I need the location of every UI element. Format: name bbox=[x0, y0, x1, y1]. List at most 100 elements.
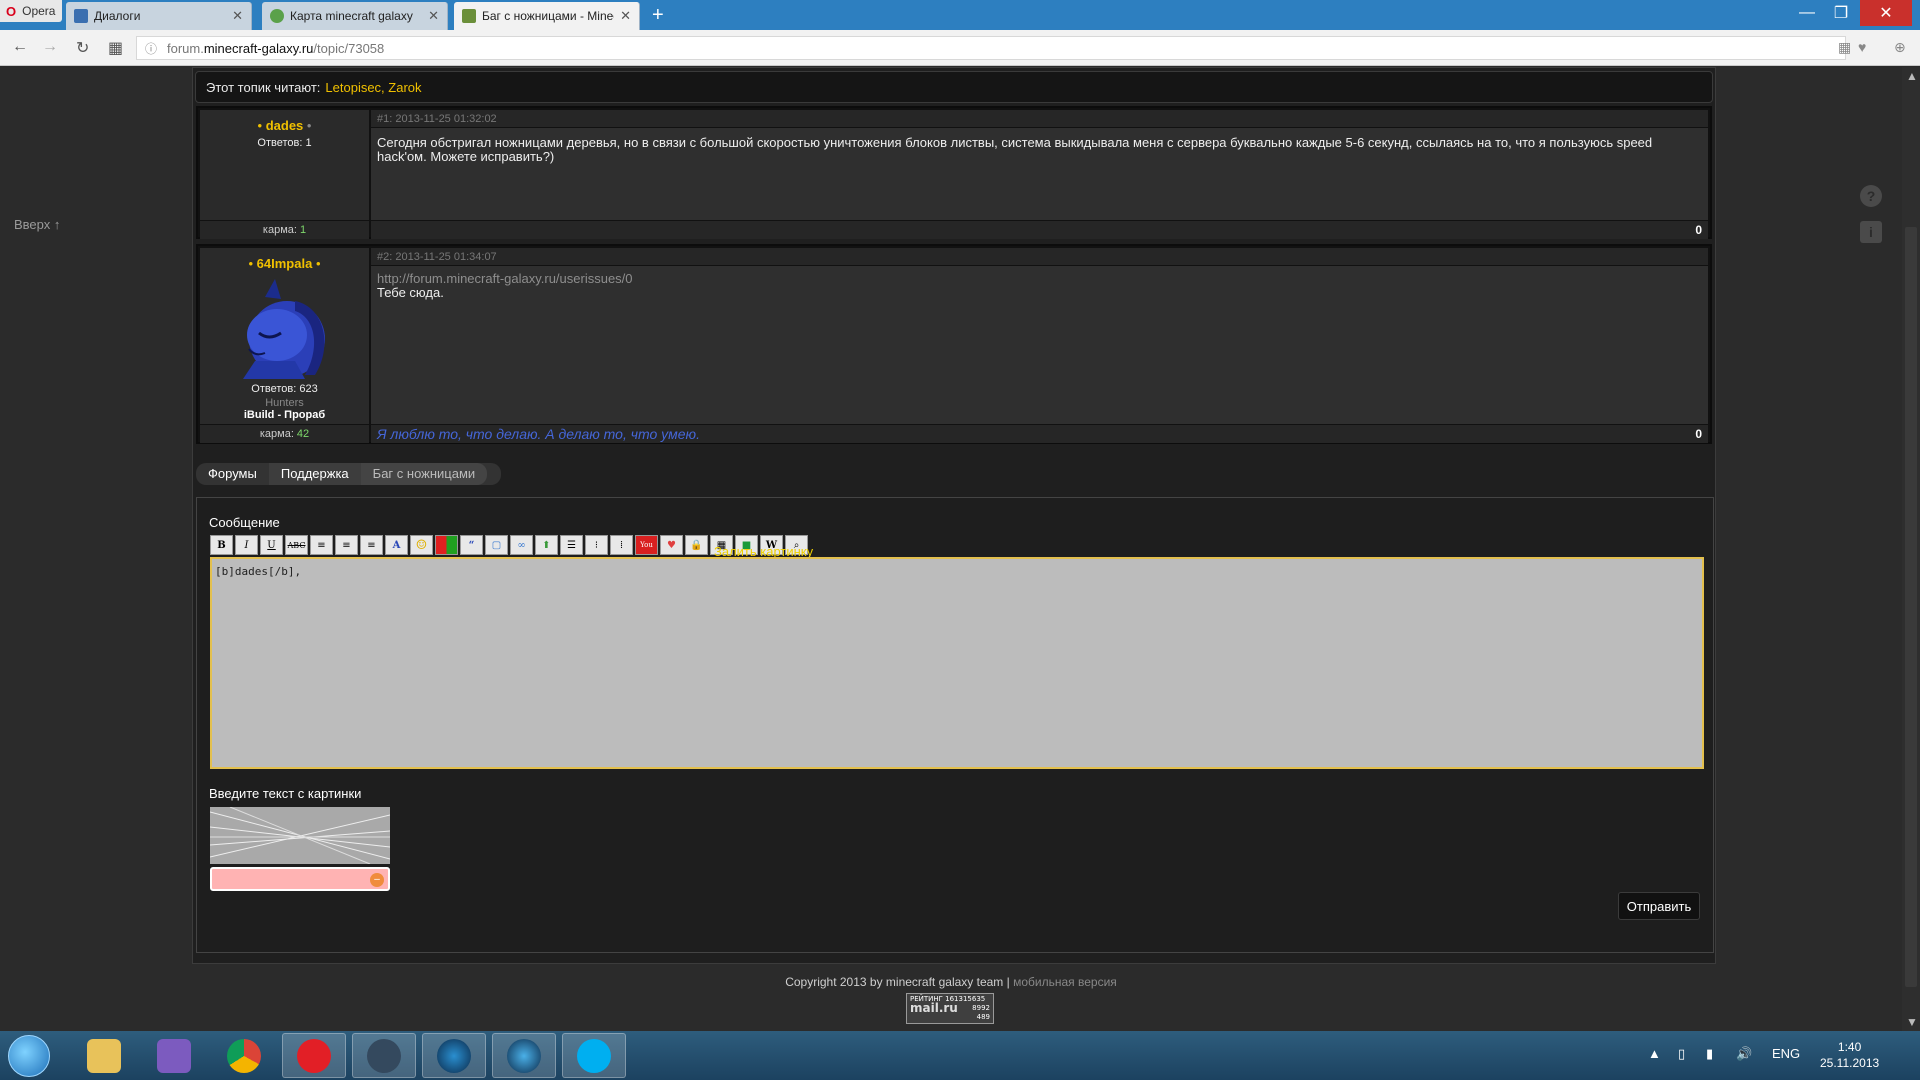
post-author-panel: • 64Impala • Ответов: 623 Hunters iBuild… bbox=[200, 248, 369, 424]
back-arrow-icon[interactable]: ← bbox=[12, 38, 28, 56]
color-palette-icon[interactable] bbox=[435, 535, 458, 555]
scroll-up-arrow-icon[interactable]: ▲ bbox=[1906, 69, 1918, 83]
windows-taskbar: ▲ ▯ ▮ 🔊 ENG 1:40 25.11.2013 bbox=[0, 1031, 1920, 1080]
tab-map[interactable]: Карта minecraft galaxy ✕ bbox=[262, 2, 448, 30]
bullet-list-icon[interactable]: ⁝ bbox=[585, 535, 608, 555]
readers-list[interactable]: Letopisec, Zarok bbox=[325, 80, 421, 95]
copyright-text: Copyright 2013 by minecraft galaxy team bbox=[785, 975, 1004, 989]
strikethrough-icon[interactable]: ABC bbox=[285, 535, 308, 555]
vertical-scrollbar[interactable]: ▲ ▼ bbox=[1902, 67, 1920, 1031]
taskbar-opera[interactable] bbox=[282, 1033, 346, 1078]
url-input[interactable]: ⓘ forum. minecraft-galaxy.ru/topic/73058 bbox=[136, 36, 1846, 60]
breadcrumb-support[interactable]: Поддержка bbox=[268, 463, 361, 485]
quote-icon[interactable]: “ bbox=[460, 535, 483, 555]
windows-start-icon[interactable] bbox=[8, 1035, 50, 1077]
tab-scissors-bug[interactable]: Баг с ножницами - Minec ✕ bbox=[454, 2, 640, 30]
post-meta[interactable]: #2: 2013-11-25 01:34:07 bbox=[371, 248, 1708, 266]
steam-icon bbox=[367, 1038, 401, 1073]
avatar[interactable] bbox=[235, 277, 335, 379]
scrollbar-thumb[interactable] bbox=[1905, 227, 1917, 987]
smiley-icon[interactable]: ☺ bbox=[410, 535, 433, 555]
site-info-icon: ⓘ bbox=[145, 41, 158, 56]
close-icon[interactable]: ✕ bbox=[620, 8, 631, 24]
scroll-down-arrow-icon[interactable]: ▼ bbox=[1906, 1015, 1918, 1029]
phone-icon[interactable]: ▯ bbox=[1678, 1046, 1685, 1062]
post-footer: 0 bbox=[371, 221, 1708, 239]
new-tab-plus-icon[interactable]: + bbox=[652, 4, 664, 27]
taskbar-steam[interactable] bbox=[352, 1033, 416, 1078]
forum-content: Этот топик читают: Letopisec, Zarok • da… bbox=[192, 67, 1716, 964]
breadcrumb-topic[interactable]: Баг с ножницами bbox=[360, 463, 488, 485]
tab-dialogs[interactable]: Диалоги ✕ bbox=[66, 2, 252, 30]
taskbar-explorer[interactable] bbox=[72, 1033, 136, 1078]
taskbar-minecraft-launcher[interactable] bbox=[422, 1033, 486, 1078]
mobile-version-link[interactable]: мобильная версия bbox=[1013, 975, 1117, 989]
karma-value: 42 bbox=[296, 428, 310, 440]
post-link[interactable]: http://forum.minecraft-galaxy.ru/useriss… bbox=[377, 272, 1702, 286]
network-signal-icon[interactable]: ▮ bbox=[1706, 1046, 1713, 1062]
post-author-name[interactable]: • dades • bbox=[200, 118, 369, 133]
author-karma: карма: 42 bbox=[200, 425, 369, 443]
underline-icon[interactable]: U bbox=[260, 535, 283, 555]
post-content: #1: 2013-11-25 01:32:02 Сегодня обстрига… bbox=[371, 110, 1708, 220]
post-score: 0 bbox=[1695, 223, 1702, 237]
speed-dial-grid-icon[interactable]: ▦ bbox=[108, 38, 123, 58]
reload-icon[interactable]: ↻ bbox=[76, 38, 89, 58]
taskbar-minecraft-galaxy[interactable] bbox=[492, 1033, 556, 1078]
youtube-icon[interactable]: You bbox=[635, 535, 658, 555]
post-meta[interactable]: #1: 2013-11-25 01:32:02 bbox=[371, 110, 1708, 128]
italic-icon[interactable]: I bbox=[235, 535, 258, 555]
font-color-icon[interactable]: A bbox=[385, 535, 408, 555]
breadcrumb: Форумы Поддержка Баг с ножницами bbox=[196, 463, 501, 485]
page-viewport: Вверх ↑ ? i ▲ ▼ Этот топик читают: Letop… bbox=[0, 67, 1920, 1031]
counter-brand: mail.ru bbox=[910, 1001, 958, 1015]
link-icon[interactable]: ∞ bbox=[510, 535, 533, 555]
clock-time: 1:40 bbox=[1837, 1040, 1862, 1054]
post-author-name[interactable]: • 64Impala • bbox=[200, 256, 369, 271]
upload-image-icon[interactable]: ⬆ bbox=[535, 535, 558, 555]
close-window-icon[interactable]: ✕ bbox=[1860, 0, 1912, 26]
download-icon[interactable]: ⊕ bbox=[1894, 39, 1906, 56]
forum-post-1: • dades • Ответов: 1 #1: 2013-11-25 01:3… bbox=[196, 106, 1712, 239]
visual-studio-icon bbox=[157, 1038, 191, 1073]
info-icon[interactable]: i bbox=[1860, 221, 1882, 243]
breadcrumb-forums[interactable]: Форумы bbox=[196, 463, 269, 485]
taskbar-skype[interactable] bbox=[562, 1033, 626, 1078]
page-footer: Copyright 2013 by minecraft galaxy team … bbox=[0, 975, 1902, 989]
scroll-up-link[interactable]: Вверх ↑ bbox=[14, 217, 60, 232]
forward-arrow-icon[interactable]: → bbox=[42, 38, 58, 56]
spoiler-icon[interactable]: ♥ bbox=[660, 535, 683, 555]
vk-icon bbox=[74, 9, 88, 23]
input-language[interactable]: ENG bbox=[1772, 1046, 1800, 1061]
tab-title: Диалоги bbox=[94, 9, 141, 23]
indent-icon[interactable]: ☰ bbox=[560, 535, 583, 555]
tab-title: Карта minecraft galaxy bbox=[290, 9, 413, 23]
message-textarea[interactable]: [b]dades[/b], bbox=[210, 557, 1704, 769]
close-icon[interactable]: ✕ bbox=[428, 8, 439, 24]
url-path: /topic/73058 bbox=[313, 40, 385, 56]
align-left-icon[interactable]: ≡ bbox=[335, 535, 358, 555]
taskbar-visual-studio[interactable] bbox=[142, 1033, 206, 1078]
image-icon[interactable]: ▢ bbox=[485, 535, 508, 555]
bold-icon[interactable]: B bbox=[210, 535, 233, 555]
opera-menu-button[interactable]: O Opera bbox=[0, 0, 62, 22]
mailru-rating-counter[interactable]: РЕЙТИНГ 161315635 mail.ru 8992 489 bbox=[906, 993, 994, 1024]
restore-icon[interactable]: ❐ bbox=[1826, 0, 1856, 26]
taskbar-chrome[interactable] bbox=[212, 1033, 276, 1078]
volume-icon[interactable]: 🔊 bbox=[1736, 1046, 1752, 1062]
warning-icon: – bbox=[370, 873, 384, 887]
align-center-icon[interactable]: ≡ bbox=[310, 535, 333, 555]
help-icon[interactable]: ? bbox=[1860, 185, 1882, 207]
close-icon[interactable]: ✕ bbox=[232, 8, 243, 24]
captcha-input[interactable]: – bbox=[210, 867, 390, 891]
tray-expand-icon[interactable]: ▲ bbox=[1648, 1046, 1661, 1061]
minimize-icon[interactable]: — bbox=[1792, 0, 1822, 26]
lock-icon[interactable]: 🔒 bbox=[685, 535, 708, 555]
heart-icon[interactable]: ♥ bbox=[1858, 39, 1866, 55]
stash-grid-icon[interactable]: ▦ bbox=[1838, 39, 1851, 56]
numbered-list-icon[interactable]: ⁞ bbox=[610, 535, 633, 555]
align-right-icon[interactable]: ≡ bbox=[360, 535, 383, 555]
system-clock[interactable]: 1:40 25.11.2013 bbox=[1820, 1039, 1879, 1071]
send-button[interactable]: Отправить bbox=[1618, 892, 1700, 920]
forum-post-2: • 64Impala • Ответов: 623 Hunters iBuild… bbox=[196, 244, 1712, 444]
